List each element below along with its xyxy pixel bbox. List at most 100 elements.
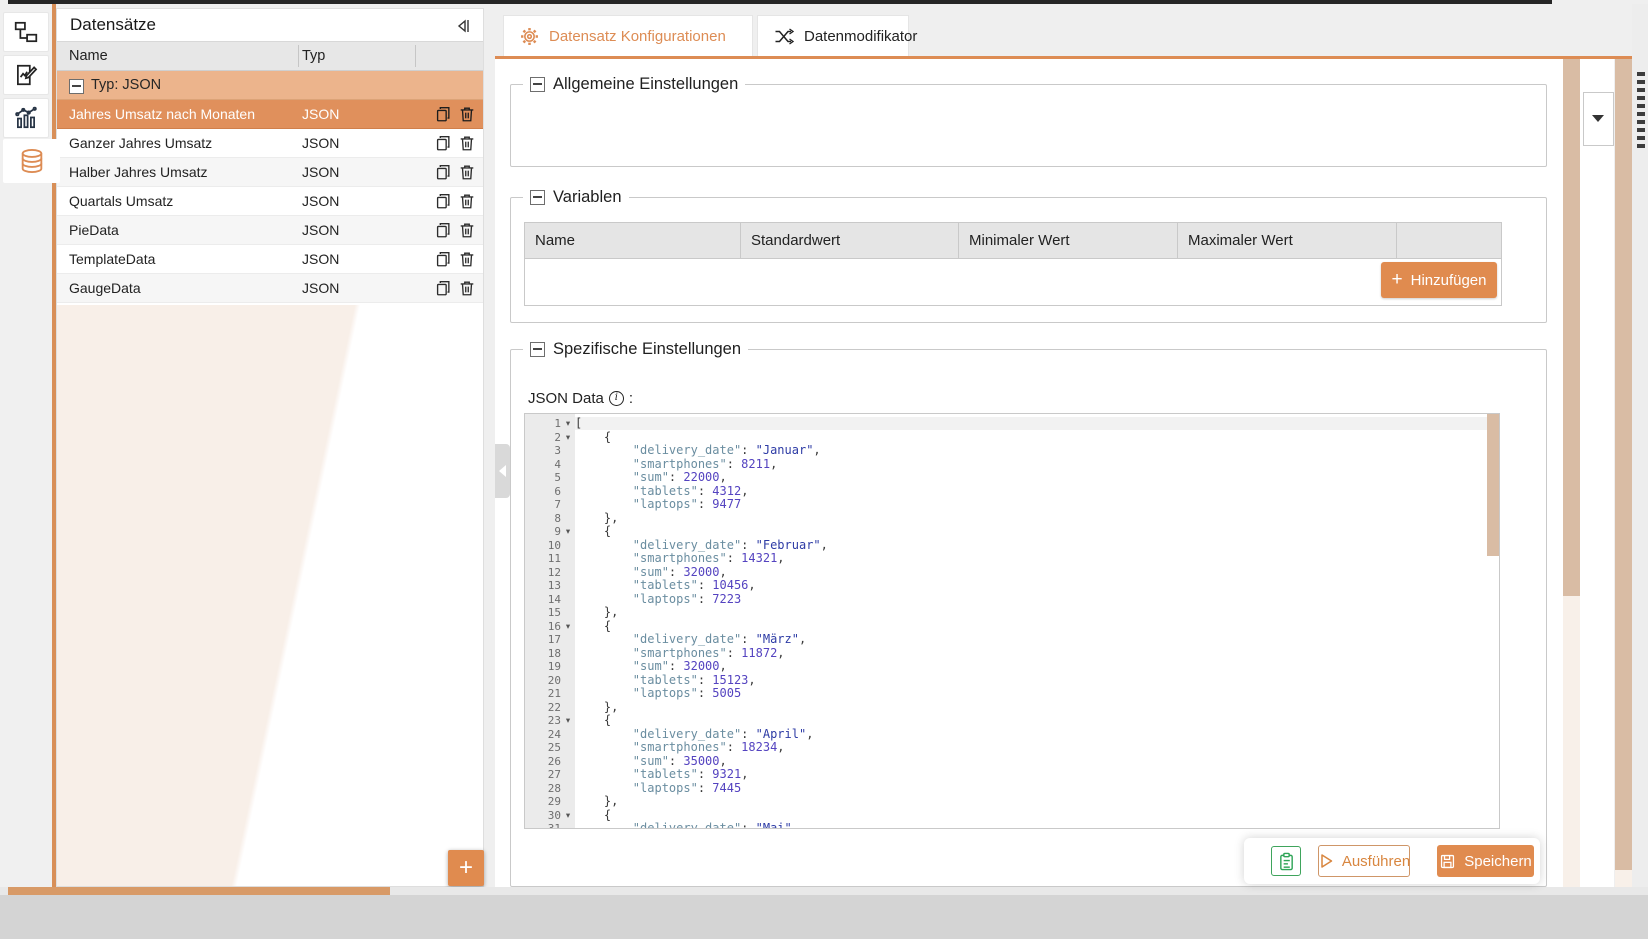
dataset-group-row[interactable]: Typ: JSON [57, 71, 483, 100]
editor-line: 23▾ { [525, 714, 1499, 728]
rail-item-report[interactable] [3, 55, 49, 95]
dataset-name: Quartals Umsatz [69, 187, 173, 215]
fold-spacer [561, 822, 575, 829]
json-code-editor[interactable]: 1▾[2▾ {3 "delivery_date": "Januar",4 "sm… [524, 413, 1500, 829]
validate-clipboard-button[interactable] [1271, 846, 1301, 876]
info-icon[interactable]: i [609, 391, 624, 406]
code-text: "delivery_date": "Februar", [575, 539, 828, 553]
copy-icon[interactable] [434, 105, 452, 123]
code-text: "smartphones": 14321, [575, 552, 785, 566]
variables-table: Name Standardwert Minimaler Wert Maximal… [524, 222, 1502, 306]
fold-toggle-icon[interactable]: ▾ [561, 620, 575, 634]
delete-icon[interactable] [458, 221, 476, 239]
fold-toggle-icon[interactable]: ▾ [561, 525, 575, 539]
horizontal-scrollbar-thumb[interactable] [8, 887, 390, 895]
dataset-type: JSON [302, 100, 339, 128]
delete-icon[interactable] [458, 250, 476, 268]
dataset-row[interactable]: Halber Jahres Umsatz JSON [57, 158, 483, 187]
collapse-section-icon[interactable] [530, 77, 545, 92]
editor-line: 2▾ { [525, 431, 1499, 445]
tab-datensatz-konfigurationen[interactable]: Datensatz Konfigurationen [503, 15, 753, 56]
dataset-row[interactable]: PieData JSON [57, 216, 483, 245]
editor-scrollbar-thumb[interactable] [1487, 414, 1499, 556]
delete-icon[interactable] [458, 192, 476, 210]
dataset-row[interactable]: Quartals Umsatz JSON [57, 187, 483, 216]
line-number: 28 [525, 782, 561, 796]
line-number: 18 [525, 647, 561, 661]
dataset-row[interactable]: Ganzer Jahres Umsatz JSON [57, 129, 483, 158]
copy-icon[interactable] [434, 221, 452, 239]
editor-line: 30▾ { [525, 809, 1499, 823]
code-text: }, [575, 701, 618, 715]
fold-toggle-icon[interactable]: ▾ [561, 431, 575, 445]
variables-table-header: Name Standardwert Minimaler Wert Maximal… [525, 223, 1501, 259]
line-number: 26 [525, 755, 561, 769]
variables-table-empty-row [525, 259, 1501, 305]
line-number: 27 [525, 768, 561, 782]
code-text: [ [575, 417, 582, 431]
code-text: "delivery_date": "Januar", [575, 444, 821, 458]
tab-datenmodifikator[interactable]: Datenmodifikator [757, 15, 909, 56]
section-title: Allgemeine Einstellungen [553, 75, 738, 94]
fold-toggle-icon[interactable]: ▾ [561, 417, 575, 431]
collapse-section-icon[interactable] [530, 342, 545, 357]
dataset-type: JSON [302, 216, 339, 244]
editor-lines: 1▾[2▾ {3 "delivery_date": "Januar",4 "sm… [525, 417, 1499, 829]
scrollbar-thumb[interactable] [1563, 59, 1580, 596]
chart-icon [13, 105, 39, 131]
line-number: 7 [525, 498, 561, 512]
collapse-section-icon[interactable] [530, 190, 545, 205]
dataset-row[interactable]: GaugeData JSON [57, 274, 483, 303]
editor-line: 1▾[ [525, 417, 1499, 431]
copy-icon[interactable] [434, 134, 452, 152]
fold-toggle-icon[interactable]: ▾ [561, 809, 575, 823]
clipped-right-edge-panel[interactable] [1632, 4, 1648, 887]
fold-spacer [561, 566, 575, 580]
copy-icon[interactable] [434, 250, 452, 268]
fold-spacer [561, 498, 575, 512]
column-divider [415, 45, 416, 67]
fold-spacer [561, 660, 575, 674]
bottom-background [0, 895, 1648, 939]
collapse-group-icon[interactable] [69, 79, 84, 94]
fold-spacer [561, 458, 575, 472]
rail-item-datasets[interactable] [3, 139, 60, 183]
copy-icon[interactable] [434, 163, 452, 181]
add-dataset-button[interactable]: + [448, 850, 484, 886]
collapse-panel-icon[interactable] [455, 18, 471, 34]
line-number: 20 [525, 674, 561, 688]
rail-item-charts[interactable] [3, 98, 49, 138]
column-header-name[interactable]: Name [69, 42, 108, 70]
copy-icon[interactable] [434, 279, 452, 297]
dataset-row[interactable]: Jahres Umsatz nach Monaten JSON [57, 100, 483, 129]
code-text: "laptops": 9477 [575, 498, 741, 512]
column-header: Standardwert [741, 223, 959, 258]
fold-toggle-icon[interactable]: ▾ [561, 714, 575, 728]
run-button[interactable]: Ausführen [1318, 845, 1410, 877]
dataset-row[interactable]: TemplateData JSON [57, 245, 483, 274]
section-allgemeine-einstellungen: Allgemeine Einstellungen [510, 75, 1547, 167]
chevron-down-icon [1592, 115, 1604, 122]
label-text: JSON Data [528, 390, 604, 407]
delete-icon[interactable] [458, 134, 476, 152]
clipped-select-fragment[interactable] [1583, 92, 1614, 146]
scrollbar-thumb[interactable] [1615, 59, 1632, 870]
clipped-vertical-tab [1637, 72, 1645, 148]
column-header-empty [1397, 223, 1501, 258]
copy-icon[interactable] [434, 192, 452, 210]
fold-spacer [561, 512, 575, 526]
add-variable-button[interactable]: + Hinzufügen [1381, 262, 1497, 298]
rail-item-hierarchy[interactable] [3, 12, 49, 52]
fold-spacer [561, 471, 575, 485]
code-text: "laptops": 5005 [575, 687, 741, 701]
editor-line: 15 }, [525, 606, 1499, 620]
editor-line: 9▾ { [525, 525, 1499, 539]
delete-icon[interactable] [458, 105, 476, 123]
column-header-typ[interactable]: Typ [302, 42, 325, 70]
code-text: "smartphones": 8211, [575, 458, 777, 472]
delete-icon[interactable] [458, 279, 476, 297]
panel-collapse-handle[interactable] [495, 444, 510, 498]
line-number: 15 [525, 606, 561, 620]
save-button[interactable]: Speichern [1437, 845, 1534, 877]
delete-icon[interactable] [458, 163, 476, 181]
